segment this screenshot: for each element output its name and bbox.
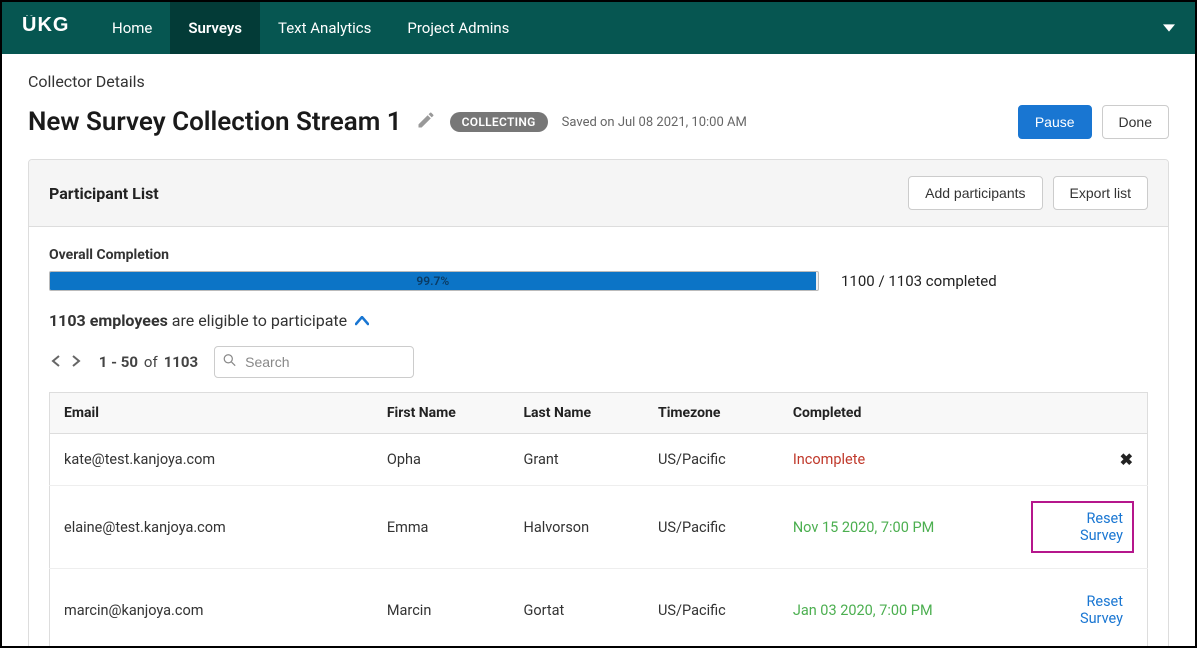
col-action — [1018, 393, 1148, 434]
nav-left: ÜKG Home Surveys Text Analytics Project … — [22, 2, 527, 54]
caret-down-icon — [1163, 22, 1175, 34]
title-bar: New Survey Collection Stream 1 COLLECTIN… — [28, 105, 1169, 139]
cell-email: marcin@kanjoya.com — [50, 569, 373, 648]
reset-survey-link[interactable]: Reset Survey — [1032, 502, 1134, 552]
pager-total: 1103 — [164, 353, 198, 371]
cell-last-name: Grant — [509, 434, 644, 486]
pager-of: of — [144, 353, 158, 371]
nav-project-admins[interactable]: Project Admins — [389, 2, 527, 54]
progress-fill: 99.7% — [50, 272, 816, 290]
breadcrumb: Collector Details — [28, 72, 1169, 91]
page-title: New Survey Collection Stream 1 — [28, 107, 402, 137]
cell-last-name: Halvorson — [509, 486, 644, 569]
cell-first-name: Emma — [373, 486, 510, 569]
cell-timezone: US/Pacific — [644, 569, 779, 648]
done-button[interactable]: Done — [1102, 105, 1169, 139]
eligible-line: 1103 employees are eligible to participa… — [49, 311, 1148, 330]
cell-email: kate@test.kanjoya.com — [50, 434, 373, 486]
cell-first-name: Marcin — [373, 569, 510, 648]
top-nav: ÜKG Home Surveys Text Analytics Project … — [2, 2, 1195, 54]
logo: ÜKG — [22, 15, 76, 41]
col-last-name[interactable]: Last Name — [509, 393, 644, 434]
col-email[interactable]: Email — [50, 393, 373, 434]
cell-timezone: US/Pacific — [644, 486, 779, 569]
eligible-count: 1103 employees — [49, 311, 168, 330]
progress-bar: 99.7% — [49, 271, 819, 291]
participant-panel: Participant List Add participants Export… — [28, 159, 1169, 648]
cell-last-name: Gortat — [509, 569, 644, 648]
edit-title-icon[interactable] — [416, 110, 436, 134]
col-timezone[interactable]: Timezone — [644, 393, 779, 434]
table-row: kate@test.kanjoya.comOphaGrantUS/Pacific… — [50, 434, 1148, 486]
col-completed[interactable]: Completed — [779, 393, 1018, 434]
cell-timezone: US/Pacific — [644, 434, 779, 486]
nav-text-analytics[interactable]: Text Analytics — [260, 2, 389, 54]
pause-button[interactable]: Pause — [1018, 105, 1092, 139]
pager-prev-icon[interactable] — [49, 351, 63, 373]
overall-completion-label: Overall Completion — [49, 247, 1148, 263]
search-input[interactable] — [214, 346, 414, 378]
table-row: marcin@kanjoya.comMarcinGortatUS/Pacific… — [50, 569, 1148, 648]
nav-home[interactable]: Home — [94, 2, 170, 54]
cell-email: elaine@test.kanjoya.com — [50, 486, 373, 569]
export-list-button[interactable]: Export list — [1053, 176, 1148, 210]
user-menu[interactable] — [1157, 22, 1175, 34]
pager-next-icon[interactable] — [69, 351, 83, 373]
eligible-rest: are eligible to participate — [168, 311, 347, 330]
saved-text: Saved on Jul 08 2021, 10:00 AM — [562, 115, 747, 130]
nav-surveys[interactable]: Surveys — [170, 2, 260, 54]
cell-completed: Incomplete — [779, 434, 1018, 486]
cell-first-name: Opha — [373, 434, 510, 486]
pager-range: 1 - 50 — [99, 353, 138, 371]
cell-completed: Jan 03 2020, 7:00 PM — [779, 569, 1018, 648]
panel-title: Participant List — [49, 184, 159, 203]
delete-row-icon[interactable]: ✖ — [1120, 450, 1133, 469]
add-participants-button[interactable]: Add participants — [908, 176, 1042, 210]
progress-text: 1100 / 1103 completed — [841, 272, 997, 290]
svg-text:ÜKG: ÜKG — [22, 15, 69, 35]
reset-survey-link[interactable]: Reset Survey — [1032, 585, 1134, 635]
collapse-icon[interactable] — [355, 311, 369, 330]
col-first-name[interactable]: First Name — [373, 393, 510, 434]
table-row: elaine@test.kanjoya.comEmmaHalvorsonUS/P… — [50, 486, 1148, 569]
participant-table: Email First Name Last Name Timezone Comp… — [49, 392, 1148, 648]
status-badge: COLLECTING — [450, 112, 548, 132]
pager: 1 - 50 of 1103 — [49, 351, 198, 373]
cell-completed: Nov 15 2020, 7:00 PM — [779, 486, 1018, 569]
